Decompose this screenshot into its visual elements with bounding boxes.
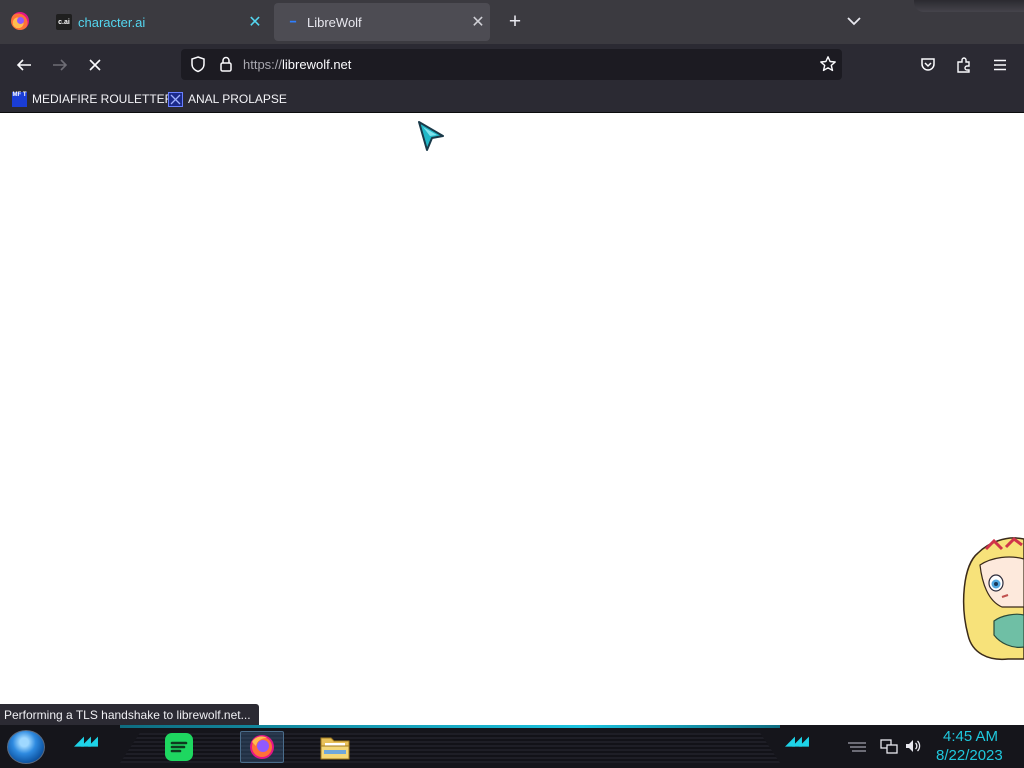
url-host: librewolf.net [282,57,352,72]
arrow-right-icon [53,59,68,71]
status-panel: Performing a TLS handshake to librewolf.… [0,704,259,726]
librewolf-icon: ━ [289,16,297,28]
taskbar-pattern [120,733,780,763]
bookmarks-toolbar: MF T MEDIAFIRE ROULETTER ANAL PROLAPSE [0,85,1024,113]
decorative-chevrons-icon: ◢◢◢ [785,733,809,748]
taskbar-accent-line [120,725,780,728]
stop-icon [89,59,101,71]
tab-title: character.ai [78,14,146,30]
mouse-cursor-icon [418,121,444,151]
tab-librewolf[interactable]: ━ LibreWolf ✕ [274,3,490,41]
star-icon[interactable] [819,55,837,73]
hamburger-icon [994,59,1006,71]
tab-strip: c.ai character.ai ✕ ━ LibreWolf ✕ + [0,0,1024,44]
network-icon[interactable] [880,737,898,755]
url-text[interactable]: https://librewolf.net [243,57,351,72]
lock-icon[interactable] [217,55,235,73]
firefox-icon[interactable] [240,731,284,763]
close-tab-icon[interactable]: ✕ [466,12,490,32]
menu-button[interactable] [987,52,1013,78]
bookmark-label: ANAL PROLAPSE [188,92,287,106]
shield-icon[interactable] [189,55,207,73]
navigation-toolbar: https://librewolf.net [0,44,1024,85]
bookmark-item[interactable]: ANAL PROLAPSE [168,90,287,108]
stop-button[interactable] [82,52,108,78]
tab-character-ai[interactable]: c.ai character.ai ✕ [45,3,267,41]
arrow-left-icon [16,59,31,71]
file-explorer-icon[interactable] [318,731,352,763]
start-button[interactable] [7,730,45,764]
back-button[interactable] [11,52,37,78]
new-tab-button[interactable]: + [505,10,525,34]
close-tab-icon[interactable]: ✕ [243,12,267,32]
taskbar [0,725,1024,768]
tab-title: LibreWolf [307,14,362,30]
page-content[interactable] [0,113,1024,725]
mediafire-icon: MF T [12,91,27,107]
bookmark-label: MEDIAFIRE ROULETTER [32,92,174,106]
pocket-icon [921,58,935,71]
firefox-logo-icon[interactable] [11,12,29,30]
clock-time[interactable]: 4:45 AM [943,728,998,745]
puzzle-icon [957,57,970,73]
url-protocol: https:// [243,57,283,72]
chevron-down-icon[interactable] [845,12,863,30]
titlebar-decoration [914,0,1024,12]
clock-date[interactable]: 8/22/2023 [936,747,1003,764]
bookmark-icon [168,91,183,107]
bookmark-mediafire[interactable]: MF T MEDIAFIRE ROULETTER [12,90,173,108]
anime-character-sticker-icon [962,537,1024,661]
volume-icon[interactable] [904,737,922,755]
show-hidden-icons-icon[interactable] [846,740,868,752]
decorative-chevrons-icon: ◢◢◢ [74,733,98,748]
address-bar[interactable]: https://librewolf.net [181,49,842,80]
character-ai-icon: c.ai [56,14,72,30]
pocket-button[interactable] [915,52,941,78]
forward-button[interactable] [47,52,73,78]
spotify-icon[interactable] [162,731,196,763]
extensions-button[interactable] [951,52,977,78]
